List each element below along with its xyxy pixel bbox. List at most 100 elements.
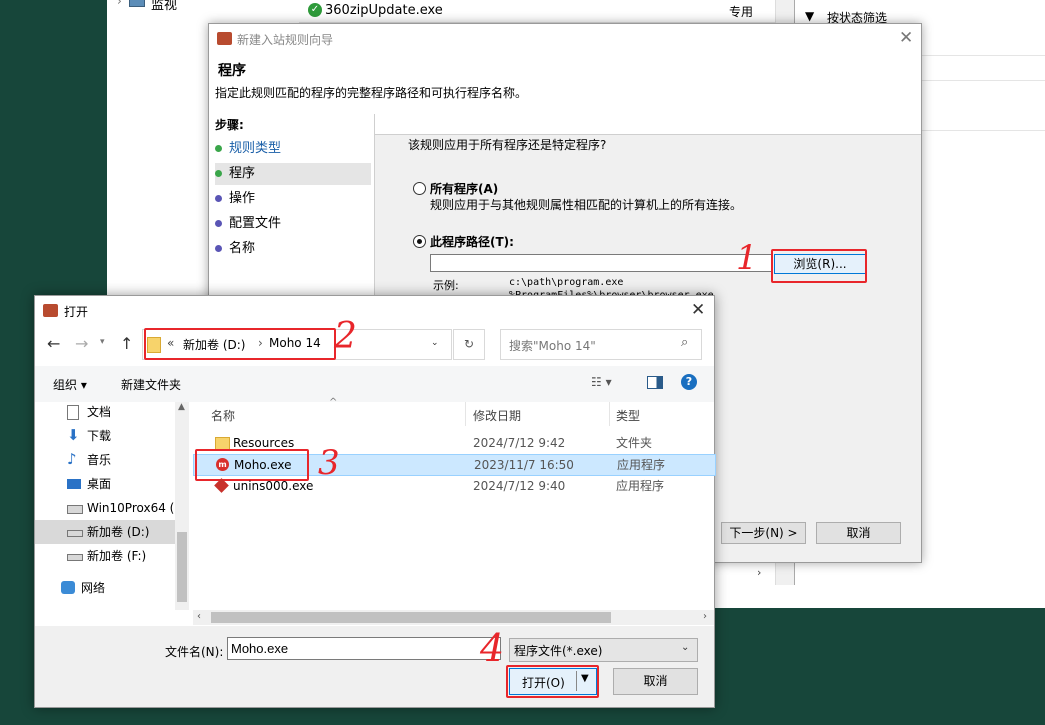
wizard-description: 指定此规则匹配的程序的完整程序路径和可执行程序名称。 — [215, 86, 528, 100]
open-dialog-footer: 文件名(N): 程序文件(*.exe) ⌄ 打开(O) ▼ 取消 — [35, 626, 714, 707]
file-type: 应用程序 — [616, 479, 665, 493]
nav-label: 文档 — [87, 405, 112, 419]
next-button[interactable]: 下一步(N) > — [721, 522, 806, 544]
tree-item-label[interactable]: 监视 — [151, 0, 177, 13]
example-path-1: c:\path\program.exe — [509, 277, 624, 288]
program-question: 该规则应用于所有程序还是特定程序? — [408, 138, 607, 152]
wizard-cancel-button[interactable]: 取消 — [816, 522, 901, 544]
step-rule-type[interactable]: 规则类型 — [215, 138, 371, 160]
filename-input[interactable] — [227, 637, 501, 660]
step-profile[interactable]: 配置文件 — [215, 213, 371, 235]
wizard-titlebar: 新建入站规则向导 ✕ — [209, 24, 921, 54]
drive-f-icon — [67, 554, 83, 561]
new-folder-button[interactable]: 新建文件夹 — [121, 376, 181, 393]
nav-label: 下载 — [87, 429, 112, 443]
step-action[interactable]: 操作 — [215, 188, 371, 210]
file-date: 2024/7/12 9:42 — [473, 436, 566, 450]
nav-label: 音乐 — [87, 453, 112, 467]
scroll-thumb[interactable] — [177, 532, 187, 602]
all-programs-label[interactable]: 所有程序(A) — [430, 180, 498, 197]
step-label: 规则类型 — [229, 141, 282, 156]
step-pending-icon — [215, 245, 222, 252]
nav-item-drive-d[interactable]: 新加卷 (D:) — [35, 520, 175, 544]
step-name[interactable]: 名称 — [215, 238, 371, 260]
file-row-uninstaller[interactable]: unins000.exe 2024/7/12 9:40 应用程序 — [193, 476, 714, 497]
file-type: 应用程序 — [617, 458, 666, 472]
uninstaller-icon — [214, 478, 229, 493]
download-icon: ⬇ — [67, 426, 80, 444]
preview-pane-icon[interactable] — [647, 376, 663, 389]
background-rule-row[interactable]: ✓ 360zipUpdate.exe 专用 — [299, 0, 775, 23]
chevron-down-icon: ⌄ — [681, 642, 690, 653]
step-label: 程序 — [229, 166, 256, 181]
program-path-input[interactable] — [430, 254, 772, 272]
annotation-2: 2 — [334, 316, 357, 357]
sort-chevron-icon: ^ — [329, 397, 338, 408]
check-icon: ✓ — [308, 3, 322, 17]
back-arrow-icon[interactable]: ← — [47, 334, 60, 353]
search-box[interactable]: 搜索"Moho 14" ⌕ — [500, 329, 702, 360]
horizontal-scrollbar[interactable]: ‹ › — [193, 610, 714, 625]
annotation-1: 1 — [736, 238, 758, 278]
step-pending-icon — [215, 195, 222, 202]
scroll-left-icon[interactable]: ‹ — [197, 611, 201, 622]
step-done-icon — [215, 145, 222, 152]
search-placeholder: 搜索"Moho 14" — [509, 339, 596, 353]
annotation-3: 3 — [318, 443, 340, 483]
nav-item-desktop[interactable]: 桌面 — [35, 472, 175, 496]
this-program-radio[interactable] — [413, 235, 426, 248]
nav-item-drive-f[interactable]: 新加卷 (F:) — [35, 544, 175, 568]
scroll-right-icon[interactable]: › — [703, 611, 707, 622]
monitor-icon — [129, 0, 145, 7]
nav-item-downloads[interactable]: ⬇ 下载 — [35, 424, 175, 448]
column-date[interactable]: 修改日期 — [473, 407, 521, 424]
up-arrow-icon[interactable]: ↑ — [120, 334, 133, 353]
scroll-up-icon[interactable]: ▲ — [178, 402, 185, 412]
file-type-select[interactable]: 程序文件(*.exe) ⌄ — [509, 638, 698, 662]
help-icon[interactable]: ? — [681, 374, 697, 390]
scroll-thumb[interactable] — [211, 612, 611, 623]
column-name[interactable]: 名称 — [211, 407, 235, 424]
filter-icon: ▼ — [805, 9, 815, 23]
highlight-box-open — [506, 665, 599, 698]
view-options-icon[interactable]: ☷ ▾ — [591, 375, 612, 389]
refresh-button[interactable]: ↻ — [453, 329, 485, 360]
all-programs-radio[interactable] — [413, 182, 426, 195]
address-dropdown-icon[interactable]: ⌄ — [431, 338, 439, 348]
search-icon: ⌕ — [681, 335, 689, 350]
music-icon: ♪ — [67, 450, 77, 468]
forward-arrow-icon[interactable]: → — [75, 334, 88, 353]
close-icon[interactable]: ✕ — [691, 300, 705, 320]
file-list-header: ^ 名称 修改日期 类型 — [193, 397, 714, 426]
step-program[interactable]: 程序 — [215, 163, 371, 185]
dropdown-chevron-icon[interactable]: ▾ — [100, 337, 105, 347]
drive-d-icon — [67, 530, 83, 537]
organize-menu[interactable]: 组织 ▾ — [53, 376, 87, 393]
open-cancel-button[interactable]: 取消 — [613, 668, 698, 695]
navigation-pane: 文档 ⬇ 下载 ♪ 音乐 桌面 Win10Prox64 (C 新加卷 (D:) … — [35, 402, 190, 625]
nav-item-network[interactable]: 网络 — [35, 576, 175, 600]
open-dialog-toolbar: 组织 ▾ 新建文件夹 ☷ ▾ ? — [35, 366, 714, 402]
step-pending-icon — [215, 220, 222, 227]
background-hscroll-right[interactable]: › — [757, 566, 761, 579]
step-label: 配置文件 — [229, 216, 282, 231]
this-program-label[interactable]: 此程序路径(T): — [430, 233, 514, 250]
step-current-icon — [215, 170, 222, 177]
nav-item-documents[interactable]: 文档 — [35, 400, 175, 424]
nav-label: 桌面 — [87, 477, 112, 491]
nav-item-music[interactable]: ♪ 音乐 — [35, 448, 175, 472]
column-type[interactable]: 类型 — [616, 407, 640, 424]
file-type: 文件夹 — [616, 436, 653, 450]
nav-label: Win10Prox64 (C — [87, 501, 183, 515]
step-label: 名称 — [229, 241, 256, 256]
nav-item-drive-c[interactable]: Win10Prox64 (C — [35, 496, 183, 520]
example-label: 示例: — [433, 279, 459, 292]
nav-scrollbar[interactable]: ▲ — [175, 402, 189, 610]
open-dialog-title: 打开 — [64, 305, 89, 319]
document-icon — [67, 405, 79, 420]
column-divider — [609, 402, 610, 426]
refresh-icon: ↻ — [463, 337, 475, 351]
file-date: 2024/7/12 9:40 — [473, 479, 566, 493]
close-icon[interactable]: ✕ — [899, 28, 913, 48]
all-programs-desc: 规则应用于与其他规则属性相匹配的计算机上的所有连接。 — [430, 198, 743, 212]
